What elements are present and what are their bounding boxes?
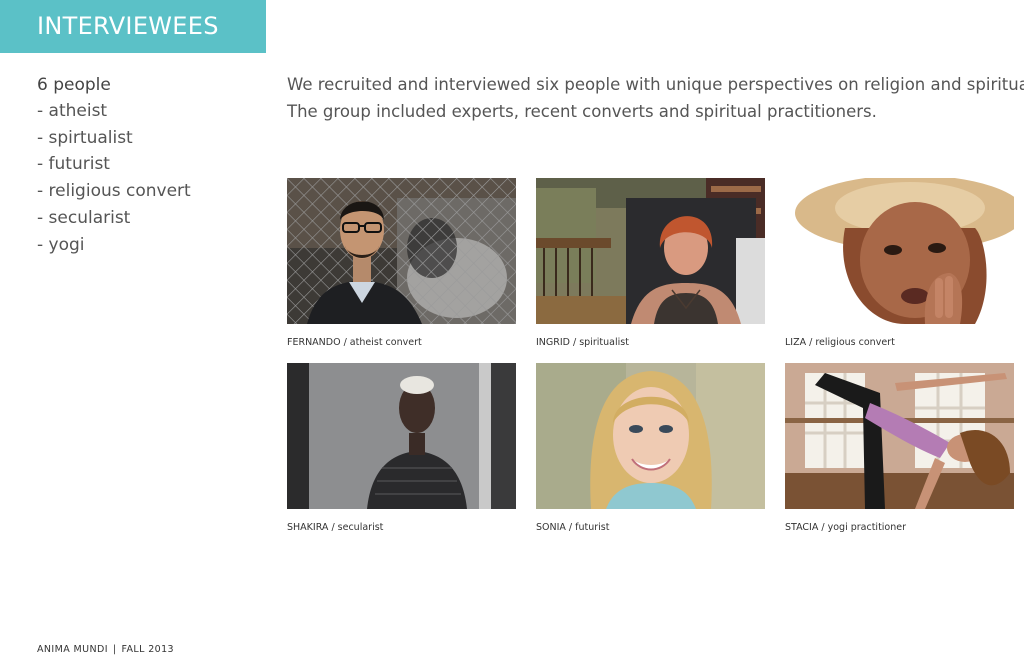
shakira-photo: [287, 363, 516, 509]
list-item: - secularist: [37, 207, 131, 228]
list-item: - futurist: [37, 154, 110, 175]
list-item: - spirtualist: [37, 127, 133, 148]
intro-line: The group included experts, recent conve…: [287, 101, 877, 121]
interviewee-caption: INGRID / spiritualist: [536, 337, 629, 348]
interviewee-caption: SONIA / futurist: [536, 522, 610, 533]
list-item: - yogi: [37, 234, 85, 255]
interviewee-caption: LIZA / religious convert: [785, 337, 895, 348]
perspective-list: - atheist - spirtualist - futurist - rel…: [37, 98, 257, 258]
footer-project: ANIMA MUNDI: [37, 644, 108, 655]
footer: ANIMA MUNDI | FALL 2013: [37, 644, 174, 655]
sidebar: 6 people - atheist - spirtualist - futur…: [37, 72, 257, 258]
header-bar: INTERVIEWEES: [0, 0, 266, 53]
list-item: - atheist: [37, 101, 108, 121]
sidebar-heading: 6 people: [37, 75, 111, 95]
intro-line: We recruited and interviewed six people …: [287, 75, 1024, 94]
list-item: - religious convert: [37, 181, 191, 202]
interviewee-card: FERNANDO / atheist convert: [287, 178, 516, 349]
interviewee-grid: FERNANDO / atheist convert INGRID / spir…: [287, 178, 1017, 548]
interviewee-card: SONIA / futurist: [536, 363, 765, 534]
interviewee-caption: STACIA / yogi practitioner: [785, 522, 907, 533]
liza-photo: [785, 178, 1014, 324]
interviewee-card: STACIA / yogi practitioner: [785, 363, 1014, 534]
interviewee-caption: FERNANDO / atheist convert: [287, 337, 422, 348]
intro-text: We recruited and interviewed six people …: [287, 72, 1024, 125]
footer-term: FALL 2013: [121, 644, 174, 655]
interviewee-card: LIZA / religious convert: [785, 178, 1014, 349]
stacia-photo: [785, 363, 1014, 509]
footer-separator: |: [112, 644, 117, 655]
interviewee-card: INGRID / spiritualist: [536, 178, 765, 349]
interviewee-card: SHAKIRA / secularist: [287, 363, 516, 534]
page-title: INTERVIEWEES: [37, 12, 219, 40]
sonia-photo: [536, 363, 765, 509]
fernando-photo: [287, 178, 516, 324]
interviewee-caption: SHAKIRA / secularist: [287, 522, 384, 533]
ingrid-photo: [536, 178, 765, 324]
